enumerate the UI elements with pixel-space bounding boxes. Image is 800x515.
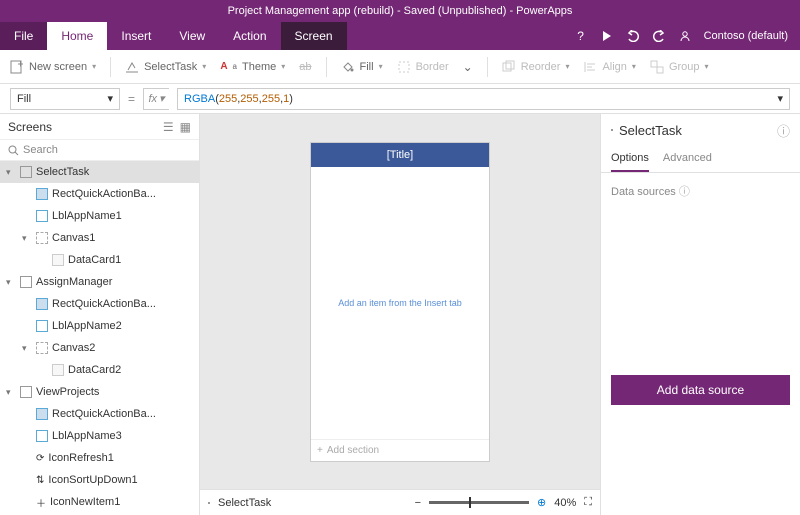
canvas-area: [Title] Add an item from the Insert tab … [200, 114, 600, 515]
tree-item[interactable]: LblAppName2 [0, 315, 199, 337]
screen-icon [611, 129, 613, 131]
tree-view-icon[interactable]: ☰ [163, 120, 174, 134]
footer-screen-name: SelectTask [218, 497, 271, 509]
tree-item[interactable]: DataCard2 [0, 359, 199, 381]
group-dropdown: Group▾ [650, 60, 709, 74]
data-sources-label: Data sources [611, 186, 676, 198]
tree-item[interactable]: RectQuickActionBa... [0, 403, 199, 425]
ribbon: New screen▾ SelectTask▾ Aa Theme▾ ab Fil… [0, 50, 800, 84]
zoom-out-button[interactable]: − [415, 497, 421, 509]
phone-preview[interactable]: [Title] Add an item from the Insert tab … [310, 142, 490, 462]
add-section-button[interactable]: +Add section [311, 439, 489, 461]
screens-tree: ▾SelectTask RectQuickActionBa... LblAppN… [0, 161, 199, 515]
property-selector[interactable]: Fill▾ [10, 88, 120, 110]
reorder-dropdown: Reorder▾ [502, 60, 570, 74]
tree-item[interactable]: LblAppName1 [0, 205, 199, 227]
align-dropdown: Align▾ [583, 60, 635, 74]
formula-bar: Fill▾ = fx▾ RGBA(255,255,255,1) ▾ [0, 84, 800, 114]
tree-screen-assignmanager[interactable]: ▾AssignManager [0, 271, 199, 293]
thumbnail-view-icon[interactable]: ▦ [180, 120, 191, 134]
title-bar: Project Management app (rebuild) - Saved… [0, 0, 800, 22]
control-name-dropdown[interactable]: SelectTask▾ [125, 60, 206, 74]
fx-icon[interactable]: fx▾ [143, 88, 169, 110]
theme-dropdown[interactable]: Aa Theme▾ [220, 61, 285, 73]
play-icon[interactable] [600, 29, 614, 43]
tab-options[interactable]: Options [611, 146, 649, 172]
app-title: Project Management app (rebuild) - Saved… [228, 5, 573, 17]
tree-screen-viewprojects[interactable]: ▾ViewProjects [0, 381, 199, 403]
menu-home[interactable]: Home [47, 22, 107, 50]
screen-icon [208, 502, 210, 504]
phone-title-bar: [Title] [311, 143, 489, 167]
redo-icon[interactable] [652, 29, 666, 43]
expand-formatting-icon[interactable]: ⌄ [463, 60, 473, 74]
screens-panel: Screens ☰ ▦ Search ▾SelectTask RectQuick… [0, 114, 200, 515]
tree-item[interactable]: DataCard1 [0, 249, 199, 271]
undo-icon[interactable] [626, 29, 640, 43]
strikethrough-button: ab [299, 61, 311, 73]
tree-item[interactable]: RectQuickActionBa... [0, 293, 199, 315]
help-icon[interactable]: ? [574, 29, 588, 43]
tab-advanced[interactable]: Advanced [663, 146, 712, 172]
menu-file[interactable]: File [0, 22, 47, 50]
formula-input[interactable]: RGBA(255,255,255,1) ▾ [177, 88, 790, 110]
search-box[interactable]: Search [0, 140, 199, 161]
add-data-source-button[interactable]: Add data source [611, 375, 790, 405]
zoom-in-button[interactable]: ⊕ [537, 496, 546, 509]
zoom-slider[interactable] [429, 501, 529, 504]
tree-item[interactable]: LblAppName3 [0, 425, 199, 447]
user-icon[interactable] [678, 29, 692, 43]
tree-screen-selecttask[interactable]: ▾SelectTask [0, 161, 199, 183]
border-dropdown: Border [397, 60, 449, 74]
menu-screen[interactable]: Screen [281, 22, 347, 50]
tree-item[interactable]: RectQuickActionBa... [0, 183, 199, 205]
properties-panel: SelectTask ⓘ Options Advanced Data sourc… [600, 114, 800, 515]
phone-body-hint: Add an item from the Insert tab [311, 167, 489, 439]
fill-dropdown[interactable]: Fill▾ [341, 60, 383, 74]
help-icon[interactable]: ⓘ [777, 121, 790, 140]
tree-item[interactable]: ＋IconNewItem1 [0, 491, 199, 513]
menu-action[interactable]: Action [219, 22, 280, 50]
tree-item[interactable]: ⟳IconRefresh1 [0, 447, 199, 469]
tree-item[interactable]: ▾Canvas1 [0, 227, 199, 249]
new-screen-button[interactable]: New screen▾ [10, 60, 96, 74]
menu-view[interactable]: View [165, 22, 219, 50]
canvas-footer: SelectTask − ⊕ 40% ⛶ [200, 489, 600, 515]
help-icon[interactable]: ⓘ [679, 186, 690, 198]
menu-bar: File Home Insert View Action Screen ? Co… [0, 22, 800, 50]
menu-insert[interactable]: Insert [107, 22, 165, 50]
tree-item[interactable]: ▾Canvas2 [0, 337, 199, 359]
fit-to-window-icon[interactable]: ⛶ [584, 496, 592, 509]
zoom-level: 40% [554, 497, 576, 509]
properties-title: SelectTask [619, 123, 682, 138]
tree-item[interactable]: ⇅IconSortUpDown1 [0, 469, 199, 491]
equals-icon: = [128, 92, 135, 106]
account-label[interactable]: Contoso (default) [704, 30, 788, 42]
formula-expand-icon[interactable]: ▾ [777, 92, 783, 105]
screens-panel-title: Screens [8, 120, 52, 134]
